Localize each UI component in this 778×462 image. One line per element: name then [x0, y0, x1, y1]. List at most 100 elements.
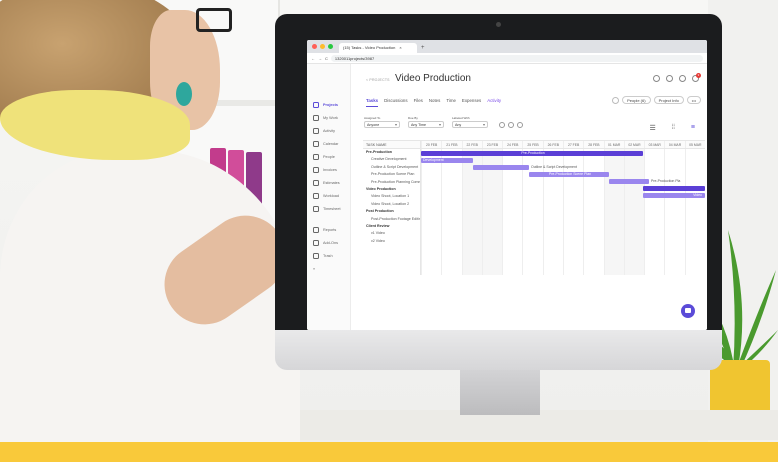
clock-icon[interactable]	[653, 75, 660, 82]
sidebar-item-timesheet[interactable]: Timesheet	[307, 202, 350, 215]
browser-tab[interactable]: (15) Tasks - Video Production ×	[339, 43, 417, 53]
date-column-header: 25 FEB	[522, 141, 542, 148]
tab-time[interactable]: Time	[446, 98, 456, 107]
scarf	[0, 90, 190, 160]
task-group-row[interactable]: Video Production	[363, 186, 420, 193]
task-row[interactable]: Creative Development	[363, 156, 420, 163]
view-switcher: ☰ ⦙⦙ ≡	[649, 124, 695, 132]
people-button[interactable]: People (6)	[622, 96, 651, 104]
invoices-icon	[313, 166, 319, 173]
maximize-window-button[interactable]	[328, 44, 333, 49]
sidebar-item-label: Add-Ons	[323, 240, 338, 245]
tab-expenses[interactable]: Expenses	[462, 98, 481, 107]
app: Projects My Work Activity Calendar People Inv…	[307, 64, 707, 330]
main-content: < PROJECTS Video Production 3 Tasks Discu…	[351, 64, 707, 330]
task-row[interactable]: Post-Production Footage Editing	[363, 216, 420, 223]
task-row[interactable]: Pre-Production Planning Comm...	[363, 179, 420, 186]
date-column-header: 01 MAR	[603, 141, 624, 148]
url-field[interactable]: 1320011projects/3987	[330, 54, 703, 62]
sidebar-item-label: My Work	[323, 115, 338, 120]
close-window-button[interactable]	[312, 44, 317, 49]
timesheet-icon	[313, 205, 319, 212]
reports-icon	[313, 226, 319, 233]
tab-close-icon[interactable]: ×	[399, 43, 401, 53]
filter-select[interactable]: Any	[452, 121, 488, 128]
gantt-bar-outline[interactable]	[473, 165, 529, 170]
minimize-window-button[interactable]	[320, 44, 325, 49]
task-row[interactable]: Video Shoot, Location 2	[363, 201, 420, 208]
sidebar-item-invoices[interactable]: Invoices	[307, 163, 350, 176]
date-column-header: 24 FEB	[502, 141, 522, 148]
gantt-bar-video-shoot[interactable]: Video	[643, 193, 705, 198]
date-column-header: 20 FEB	[421, 141, 441, 148]
tab-activity[interactable]: Activity	[487, 98, 501, 107]
filter-select[interactable]: Anyone	[364, 121, 400, 128]
sidebar-item-trash[interactable]: Trash	[307, 249, 350, 262]
avatar-icon[interactable]	[612, 96, 620, 104]
list-view-icon[interactable]: ☰	[649, 124, 655, 132]
gantt-bar-planning[interactable]	[609, 179, 649, 184]
reload-icon[interactable]: C	[325, 56, 328, 61]
tab-files[interactable]: Files	[414, 98, 423, 107]
browser-tab-title: (15) Tasks - Video Production	[343, 45, 396, 50]
sidebar-item-reports[interactable]: Reports	[307, 223, 350, 236]
settings-icon[interactable]	[508, 122, 514, 128]
forward-icon[interactable]: →	[318, 56, 322, 61]
sidebar-item-estimates[interactable]: Estimates	[307, 176, 350, 189]
sidebar-item-add-ons[interactable]: Add-Ons	[307, 236, 350, 249]
task-group-row[interactable]: Post Production	[363, 208, 420, 215]
project-info-button[interactable]: Project Info	[653, 96, 684, 104]
tab-tasks[interactable]: Tasks	[366, 98, 379, 107]
breadcrumb[interactable]: < PROJECTS	[366, 78, 390, 82]
search-icon[interactable]	[666, 75, 673, 82]
sidebar-item-calendar[interactable]: Calendar	[307, 137, 350, 150]
gantt-timeline: 20 FEB 21 FEB 22 FEB 23 FEB 24 FEB 25 FEB 26 F…	[421, 141, 705, 275]
task-group-row[interactable]: Client Review	[363, 223, 420, 230]
task-name-column: TASK NAME Pre-Production Creative Develop…	[363, 141, 421, 275]
collapse-sidebar-button[interactable]: «	[307, 262, 350, 275]
banner-strip	[0, 442, 778, 462]
sidebar-item-activity[interactable]: Activity	[307, 124, 350, 137]
page-title: Video Production	[395, 73, 471, 84]
sidebar-item-people[interactable]: People	[307, 150, 350, 163]
task-row[interactable]: Pre-Production Scene Plan	[363, 171, 420, 178]
gantt-chart: TASK NAME Pre-Production Creative Develop…	[363, 140, 705, 275]
back-icon[interactable]: ←	[311, 56, 315, 61]
monitor-chin	[275, 330, 722, 370]
sidebar-item-my-work[interactable]: My Work	[307, 111, 350, 124]
task-row[interactable]: Outline & Script Development	[363, 164, 420, 171]
clear-filter-icon[interactable]	[499, 122, 505, 128]
gantt-bar-video-production[interactable]	[643, 186, 705, 191]
filter-label: Labeled With	[452, 116, 470, 120]
sidebar-item-projects[interactable]: Projects	[307, 98, 350, 111]
tab-notes[interactable]: Notes	[429, 98, 440, 107]
help-icon[interactable]	[679, 75, 686, 82]
gantt-view-icon[interactable]: ≡	[691, 124, 695, 132]
more-button[interactable]: •••	[686, 96, 701, 104]
export-icon[interactable]	[517, 122, 523, 128]
earring	[176, 82, 192, 106]
filter-label: Due By	[408, 116, 418, 120]
gantt-label-outline: Outline & Script Development	[531, 165, 577, 169]
activity-icon	[313, 127, 319, 134]
filter-select[interactable]: Any Time	[408, 121, 444, 128]
chat-icon[interactable]	[681, 304, 695, 318]
bell-icon[interactable]: 3	[692, 73, 701, 82]
gantt-bar-creative-development[interactable]: Development	[421, 158, 473, 163]
gantt-bar-pre-production[interactable]: Pre-Production	[421, 151, 643, 156]
notification-badge: 3	[696, 73, 701, 78]
date-column-header: 04 MAR	[664, 141, 684, 148]
sidebar-item-workload[interactable]: Workload	[307, 189, 350, 202]
sidebar: Projects My Work Activity Calendar People Inv…	[307, 64, 351, 330]
shirt	[0, 150, 300, 462]
task-row[interactable]: v1 Video	[363, 230, 420, 237]
board-view-icon[interactable]: ⦙⦙	[672, 124, 675, 132]
new-tab-button[interactable]: +	[421, 43, 425, 53]
tab-discussions[interactable]: Discussions	[384, 98, 407, 107]
task-group-row[interactable]: Pre-Production	[363, 149, 420, 156]
sidebar-item-label: Trash	[323, 253, 333, 258]
gantt-bar-scene-plan[interactable]: Pre-Production Scene Plan	[529, 172, 609, 177]
task-name-header: TASK NAME	[363, 141, 420, 149]
task-row[interactable]: v2 Video	[363, 238, 420, 245]
task-row[interactable]: Video Shoot, Location 1	[363, 193, 420, 200]
